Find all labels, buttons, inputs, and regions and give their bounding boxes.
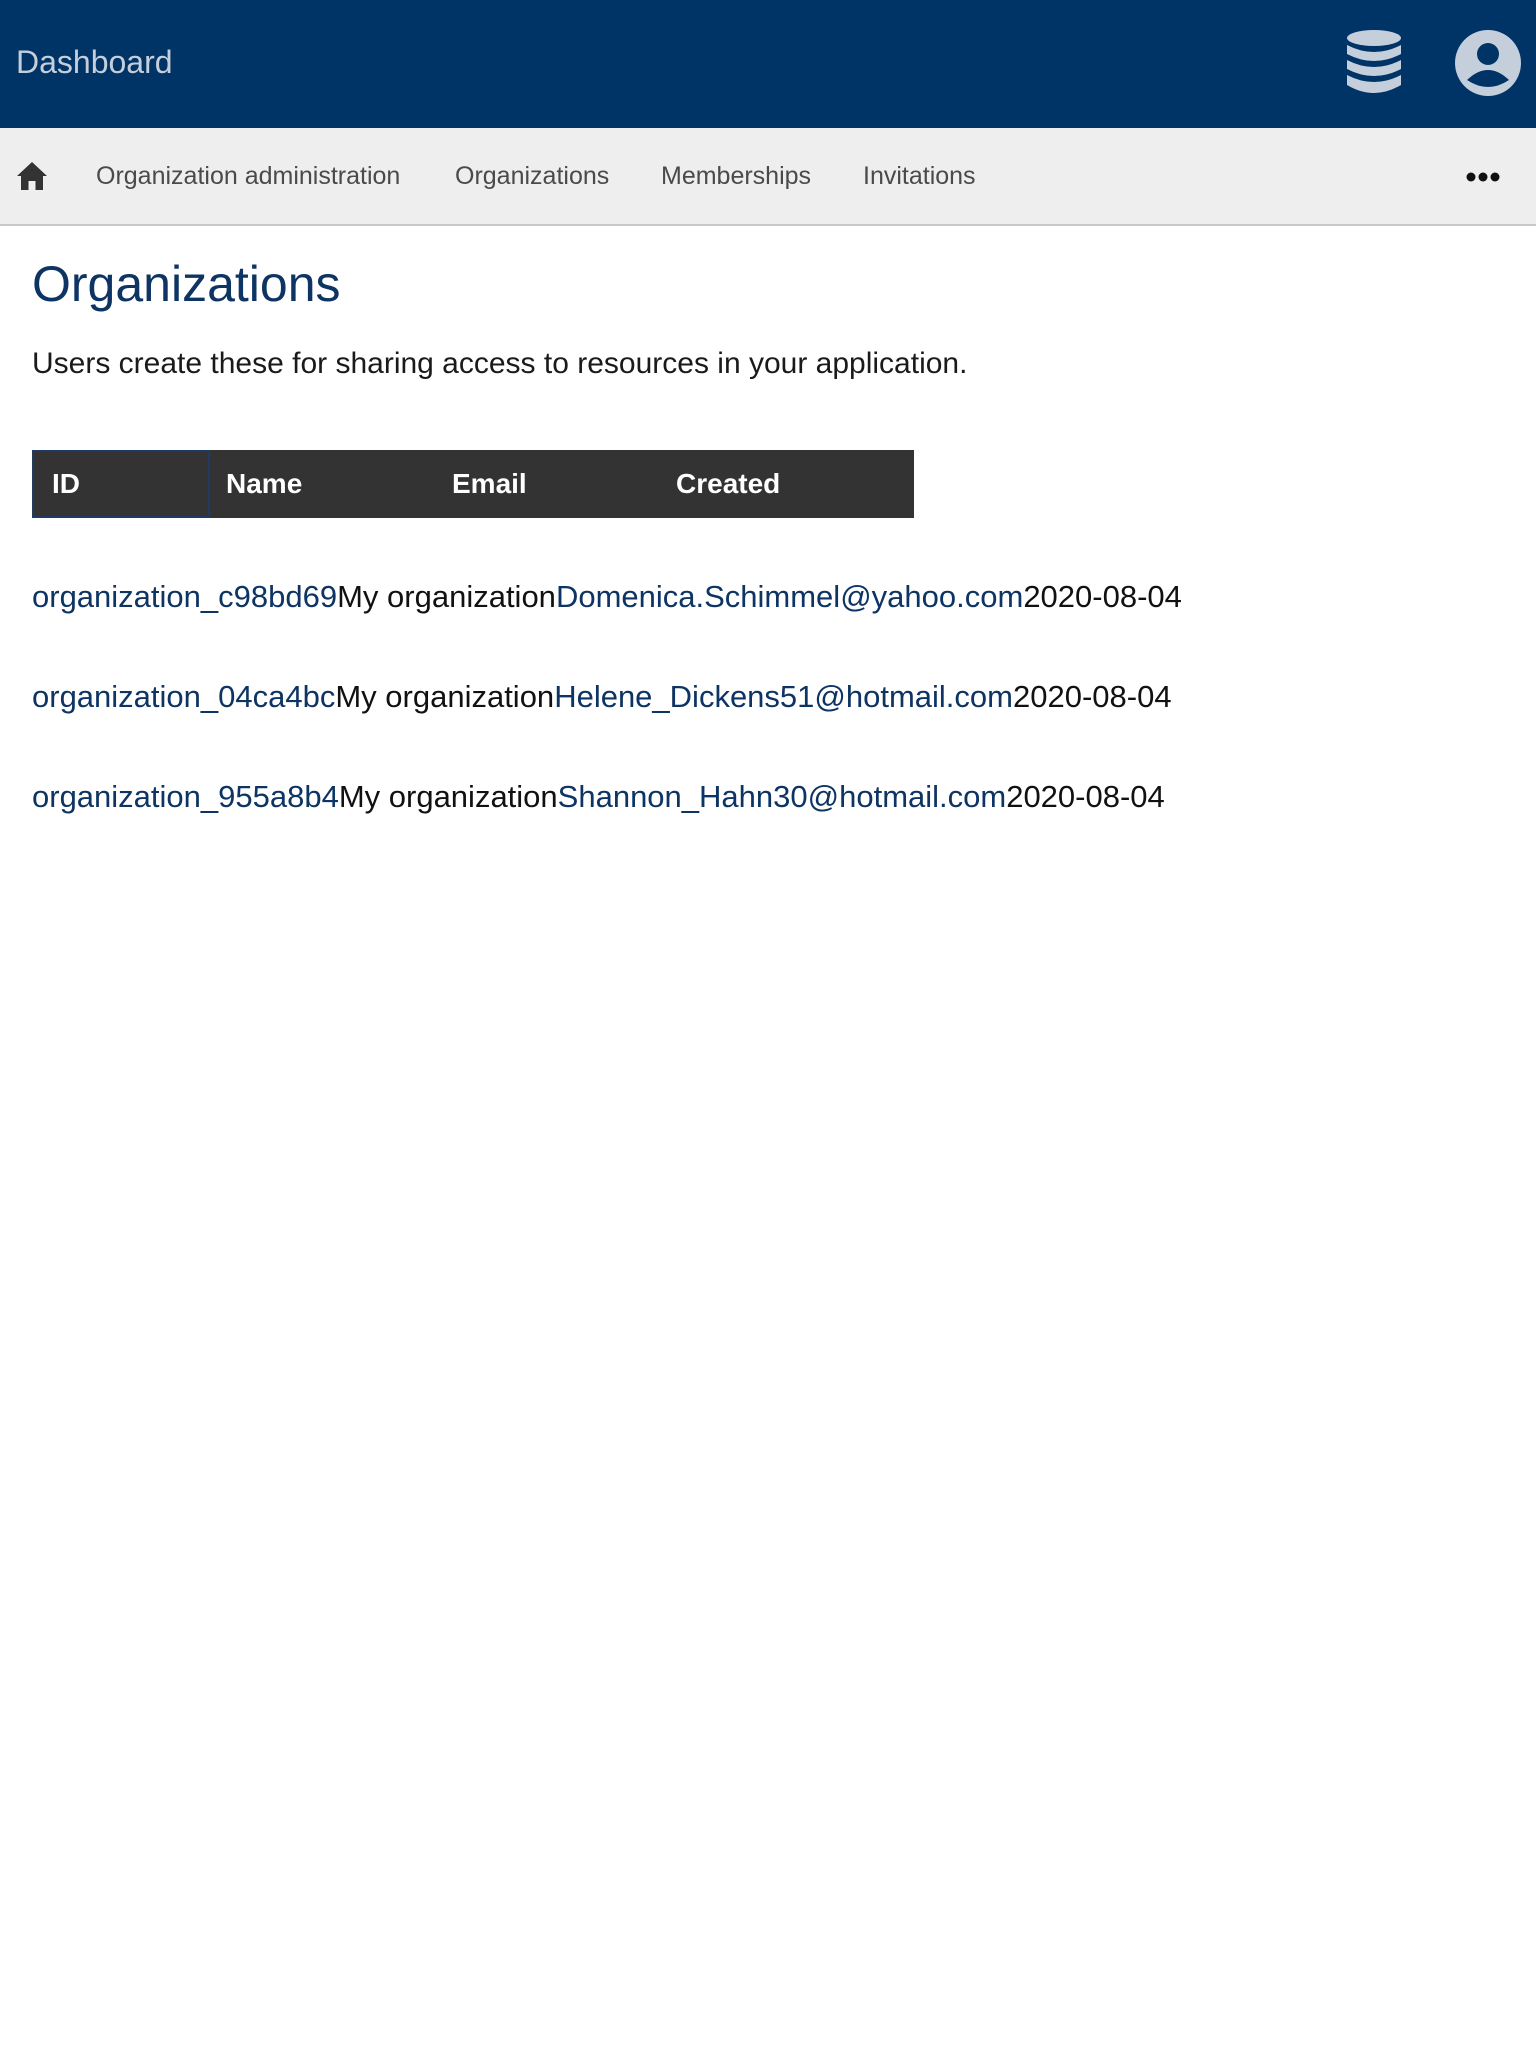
organization-name: My organization — [335, 679, 555, 714]
organization-name: My organization — [337, 579, 556, 614]
organization-id-link[interactable]: organization_c98bd69 — [32, 579, 337, 614]
organization-created: 2020-08-04 — [1012, 679, 1172, 714]
table-row: organization_c98bd69My organizationDomen… — [32, 577, 1182, 617]
page-title: Organizations — [32, 256, 341, 312]
table-header: ID Name Email Created — [32, 450, 914, 518]
nav-memberships[interactable]: Memberships — [661, 128, 811, 224]
organization-id-link[interactable]: organization_04ca4bc — [32, 679, 335, 714]
organization-created: 2020-08-04 — [1023, 579, 1182, 614]
database-icon[interactable] — [1344, 29, 1404, 97]
secondary-nav: Organization administration Organization… — [0, 128, 1536, 226]
organization-email-link[interactable]: Helene_Dickens51@hotmail.com — [554, 679, 1013, 714]
home-icon[interactable] — [16, 161, 48, 191]
table-row: organization_04ca4bcMy organizationHelen… — [32, 677, 1172, 717]
column-header-created[interactable]: Created — [676, 450, 780, 518]
organization-id-link[interactable]: organization_955a8b4 — [32, 779, 339, 814]
nav-organizations[interactable]: Organizations — [455, 128, 609, 224]
column-header-id[interactable]: ID — [32, 450, 210, 518]
page-description: Users create these for sharing access to… — [32, 347, 968, 380]
column-header-email[interactable]: Email — [452, 450, 527, 518]
organization-created: 2020-08-04 — [1006, 779, 1165, 814]
top-app-bar: Dashboard — [0, 0, 1536, 128]
more-horizontal-icon[interactable] — [1466, 170, 1500, 182]
account-circle-icon[interactable] — [1455, 30, 1521, 96]
organization-email-link[interactable]: Domenica.Schimmel@yahoo.com — [556, 579, 1023, 614]
organization-email-link[interactable]: Shannon_Hahn30@hotmail.com — [558, 779, 1007, 814]
table-row: organization_955a8b4My organizationShann… — [32, 777, 1165, 817]
dashboard-link[interactable]: Dashboard — [16, 0, 173, 128]
column-header-name[interactable]: Name — [226, 450, 302, 518]
organization-name: My organization — [338, 779, 558, 814]
nav-organization-administration[interactable]: Organization administration — [96, 128, 400, 224]
nav-invitations[interactable]: Invitations — [863, 128, 976, 224]
